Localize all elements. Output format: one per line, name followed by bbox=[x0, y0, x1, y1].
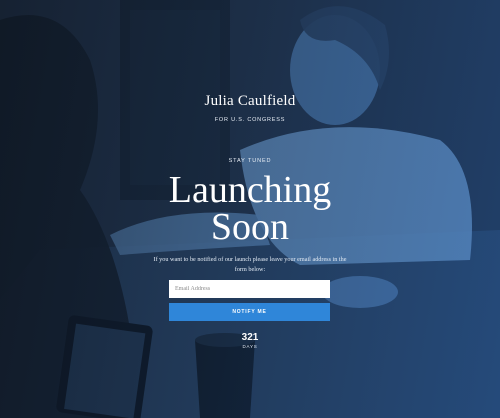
email-field[interactable] bbox=[169, 280, 330, 298]
countdown-value: 321 bbox=[241, 332, 259, 343]
countdown-unit: DAYS bbox=[242, 344, 258, 349]
brand-name: Julia Caulfield bbox=[204, 93, 296, 109]
stay-tuned-label: STAY TUNED bbox=[228, 158, 272, 164]
notify-me-button[interactable]: NOTIFY ME bbox=[169, 303, 330, 321]
headline-line-1: Launching bbox=[168, 169, 332, 211]
page-title: Launching Soon bbox=[0, 169, 500, 248]
description-text: If you want to be notified of our launch… bbox=[153, 256, 347, 273]
brand-subtitle: FOR U.S. CONGRESS bbox=[214, 117, 286, 123]
headline-line-2: Soon bbox=[210, 206, 290, 248]
landing-content: Julia Caulfield FOR U.S. CONGRESS STAY T… bbox=[0, 0, 500, 418]
